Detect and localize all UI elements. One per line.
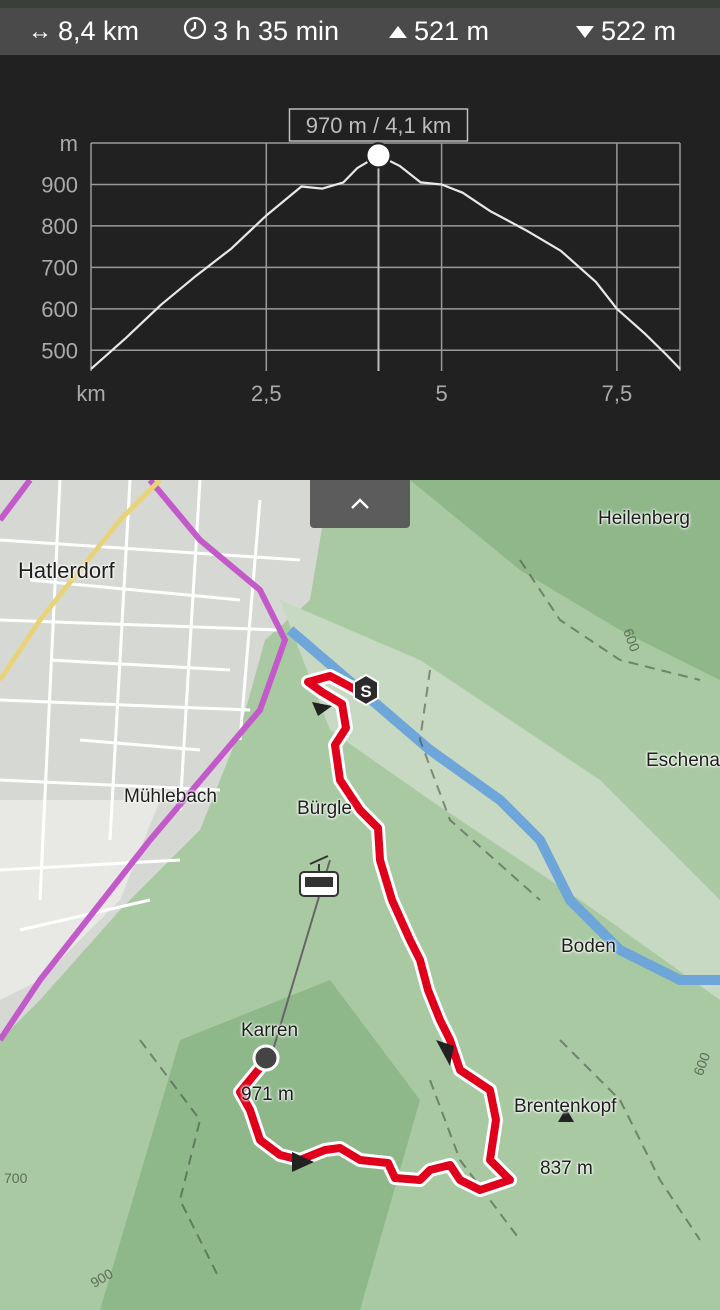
elevation-chart[interactable]: 900 800 700 600 500 m 2,5 5 7,5 km 970 m / 4,1 km <box>0 55 720 480</box>
y-tick-label: 500 <box>41 338 78 363</box>
map-canvas[interactable]: S <box>0 480 720 1310</box>
distance-stat: ↔ 8,4 km <box>28 16 139 47</box>
peak-elevation-brentenkopf: 837 m <box>540 1158 593 1179</box>
route-stats-bar: ↔ 8,4 km 3 h 35 min 521 m 522 m <box>0 0 720 55</box>
duration-stat: 3 h 35 min <box>183 16 339 47</box>
map-view[interactable]: S Hatlerdorf Mühlebach Bürgle Heilenberg… <box>0 480 720 1310</box>
ascent-stat: 521 m <box>388 16 489 47</box>
x-tick-label: 2,5 <box>251 381 282 406</box>
x-axis-unit-label: km <box>76 381 105 406</box>
peak-label-brentenkopf: Brentenkopf <box>514 1096 617 1117</box>
clock-icon <box>183 16 207 47</box>
y-tick-label: 800 <box>41 214 78 239</box>
place-label-eschenau: Eschenau <box>646 750 720 771</box>
place-label-muehlebach: Mühlebach <box>124 786 217 807</box>
peak-elevation-karren: 971 m <box>241 1084 294 1105</box>
place-label-hatlerdorf: Hatlerdorf <box>18 558 115 583</box>
y-tick-label: 900 <box>41 172 78 197</box>
descent-value: 522 m <box>601 16 677 46</box>
start-marker-label: S <box>360 682 371 701</box>
x-tick-label: 7,5 <box>602 381 633 406</box>
y-tick-label: 600 <box>41 297 78 322</box>
x-tick-label: 5 <box>435 381 447 406</box>
contour-label: 700 <box>4 1170 28 1186</box>
cursor-point[interactable] <box>365 142 392 169</box>
chevron-up-icon <box>351 498 369 509</box>
y-axis-unit-label: m <box>60 131 78 156</box>
collapse-chart-button[interactable] <box>310 480 410 528</box>
place-label-buergle: Bürgle <box>297 798 352 819</box>
cursor-readout-label: 970 m / 4,1 km <box>306 113 452 138</box>
elevation-profile-line[interactable] <box>90 154 681 370</box>
distance-value: 8,4 km <box>58 16 140 46</box>
descent-stat: 522 m <box>575 16 676 47</box>
horizontal-arrow-icon: ↔ <box>28 17 52 45</box>
urban-area-light <box>0 800 160 1000</box>
triangle-up-icon <box>388 18 408 46</box>
duration-value: 3 h 35 min <box>213 16 340 46</box>
place-label-heilenberg: Heilenberg <box>598 508 690 529</box>
place-label-boden: Boden <box>561 936 616 957</box>
y-tick-label: 700 <box>41 255 78 280</box>
ascent-value: 521 m <box>414 16 490 46</box>
cable-car-icon <box>299 855 339 897</box>
summit-marker[interactable] <box>252 1044 280 1072</box>
triangle-down-icon <box>575 18 595 46</box>
peak-label-karren: Karren <box>241 1020 299 1041</box>
elevation-profile-panel[interactable]: 900 800 700 600 500 m 2,5 5 7,5 km 970 m / 4,1 km <box>0 55 720 480</box>
